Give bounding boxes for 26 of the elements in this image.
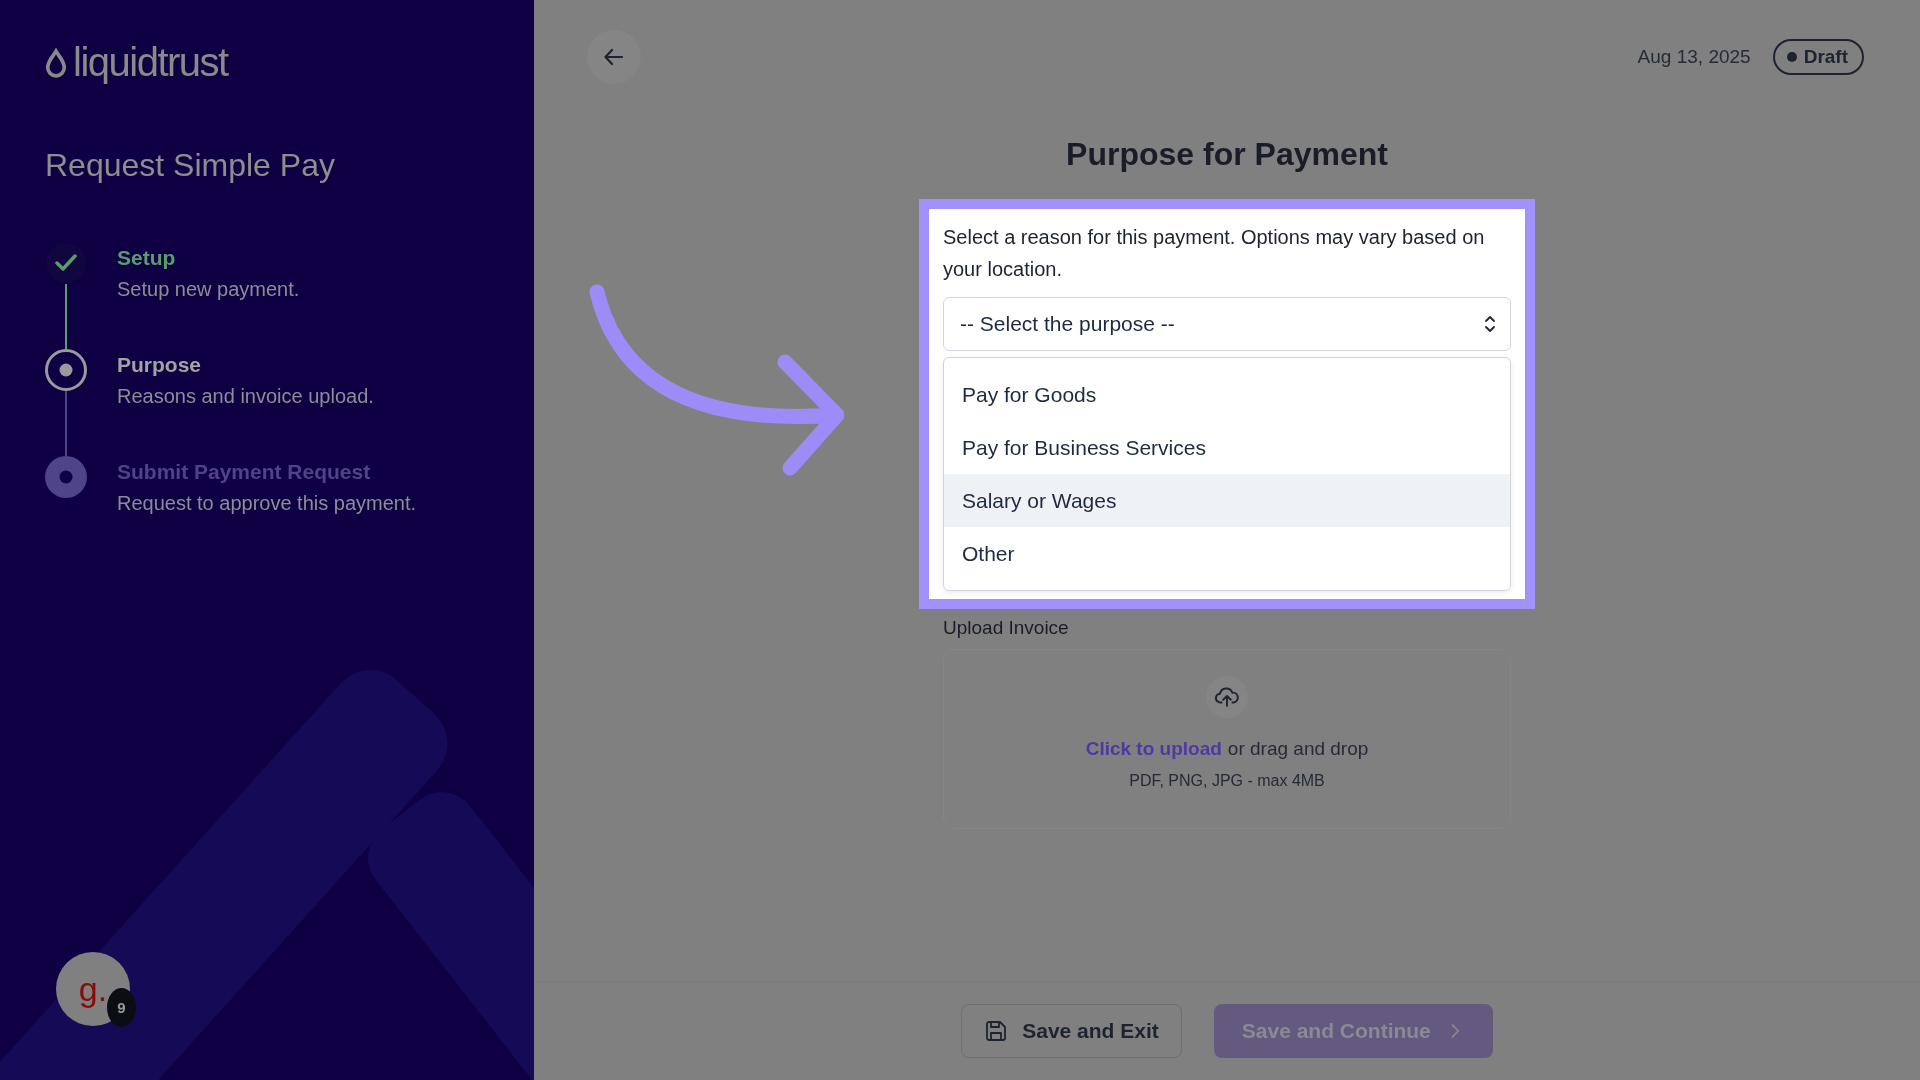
current-step-icon: [45, 349, 87, 391]
purpose-select[interactable]: -- Select the purpose --: [943, 297, 1511, 351]
date: Aug 13, 2025: [1637, 46, 1751, 68]
dropdown-option[interactable]: Pay for Business Services: [944, 421, 1510, 474]
step-title: Purpose: [117, 353, 203, 377]
status-badge: Draft: [1772, 39, 1864, 75]
page-title: Request Simple Pay: [45, 147, 336, 184]
upload-instruction: or drag and drop: [1227, 738, 1369, 760]
step-title: Setup: [117, 246, 177, 270]
step-title: Submit Payment Request: [117, 460, 372, 484]
dropdown-option[interactable]: Salary or Wages: [944, 474, 1510, 527]
file-type-hint: PDF, PNG, JPG - max 4MB: [1129, 772, 1325, 790]
upload-dropzone[interactable]: Click to upload or drag and drop PDF, PNG, JPG - max 4MB: [943, 649, 1511, 829]
dropdown-option[interactable]: Other: [944, 527, 1510, 580]
form-description: Select a reason for this payment. Options may vary based on your location.: [943, 225, 1486, 282]
chevron-up-down-icon: [1484, 314, 1496, 334]
dropdown-option[interactable]: Pay for Goods: [944, 368, 1510, 421]
step-description: Reasons and invoice upload.: [117, 385, 374, 408]
droplet-icon: [45, 47, 67, 78]
step-description: Setup new payment.: [117, 278, 300, 301]
step-description: Request to approve this payment.: [117, 492, 417, 515]
save-and-exit-button[interactable]: Save and Exit: [961, 1004, 1182, 1058]
upload-label: Upload Invoice: [943, 617, 1070, 639]
upload-cloud-icon: [1206, 676, 1248, 718]
logo-text: liquidtrust: [73, 40, 228, 85]
form-heading: Purpose for Payment: [1066, 136, 1388, 173]
